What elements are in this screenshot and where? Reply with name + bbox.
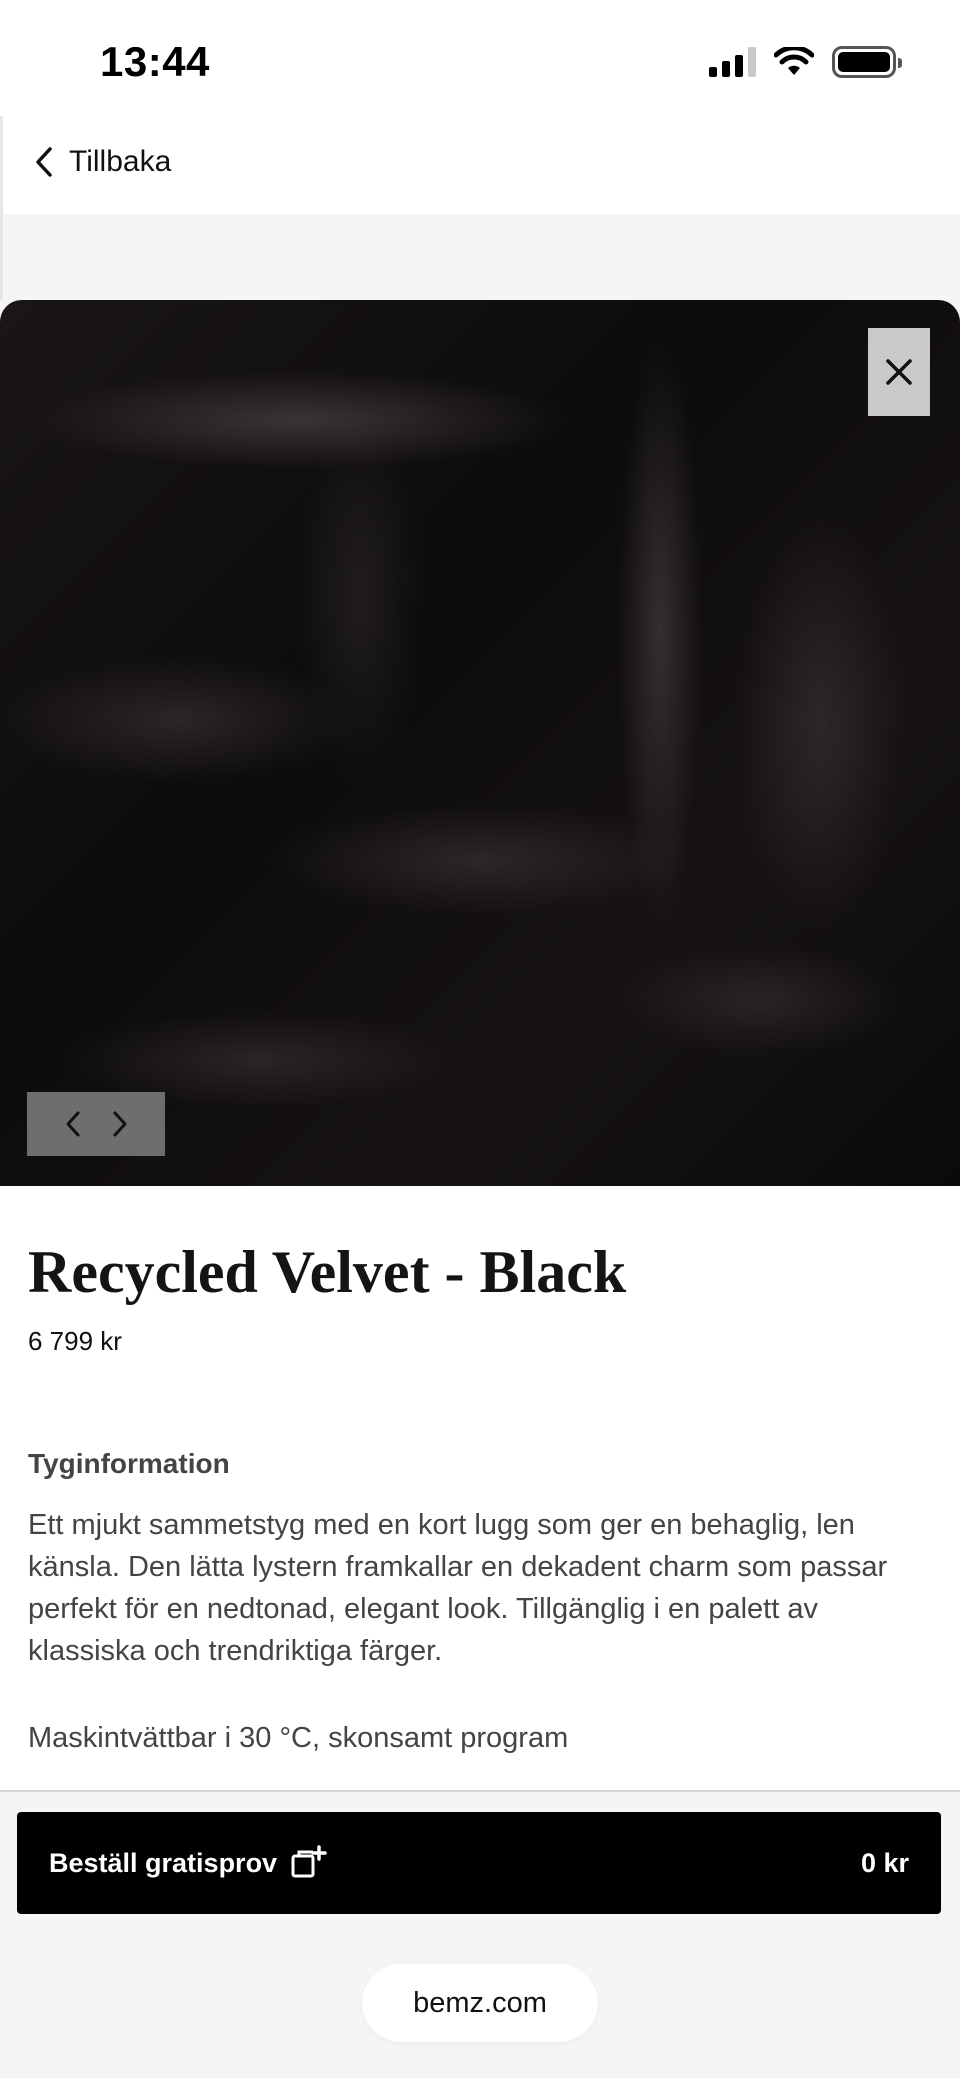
- product-title: Recycled Velvet - Black: [28, 1239, 627, 1305]
- chevron-left-icon: [36, 147, 52, 177]
- add-sample-icon: [291, 1845, 327, 1878]
- close-button[interactable]: [868, 328, 930, 416]
- chevron-right-icon: [113, 1111, 126, 1137]
- order-button-left: Beställ gratisprov: [49, 1844, 327, 1882]
- browser-url-pill[interactable]: bemz.com: [362, 1964, 598, 2042]
- close-icon: [886, 359, 912, 385]
- status-icons: [709, 46, 902, 78]
- care-instructions: Maskintvättbar i 30 °C, skonsamt program: [28, 1722, 569, 1754]
- signal-icon: [709, 47, 756, 77]
- prev-image-button[interactable]: [61, 1107, 85, 1141]
- order-free-sample-button[interactable]: Beställ gratisprov 0 kr: [17, 1812, 941, 1914]
- fabric-description: Ett mjukt sammetstyg med en kort lugg so…: [28, 1509, 888, 1667]
- back-button[interactable]: Tillbaka: [31, 144, 171, 180]
- back-label: Tillbaka: [69, 145, 172, 178]
- status-time: 13:44: [100, 38, 210, 85]
- next-image-button[interactable]: [108, 1107, 132, 1141]
- status-bar: 13:44: [0, 0, 960, 116]
- top-nav: Tillbaka: [0, 116, 960, 214]
- order-button-label: Beställ gratisprov: [49, 1847, 278, 1878]
- spacer-band: [0, 214, 960, 300]
- carousel-nav: [27, 1092, 165, 1156]
- wifi-icon: [774, 47, 814, 75]
- order-area: Beställ gratisprov 0 kr bemz.com: [0, 1792, 960, 2078]
- battery-icon: [832, 46, 902, 78]
- product-details: Recycled Velvet - Black 6 799 kr Tyginfo…: [0, 1186, 960, 1792]
- product-image[interactable]: [0, 300, 960, 1186]
- order-price: 0 kr: [860, 1847, 909, 1878]
- chevron-left-icon: [66, 1111, 79, 1137]
- fabric-info-heading: Tyginformation: [28, 1448, 230, 1479]
- product-price: 6 799 kr: [28, 1326, 122, 1356]
